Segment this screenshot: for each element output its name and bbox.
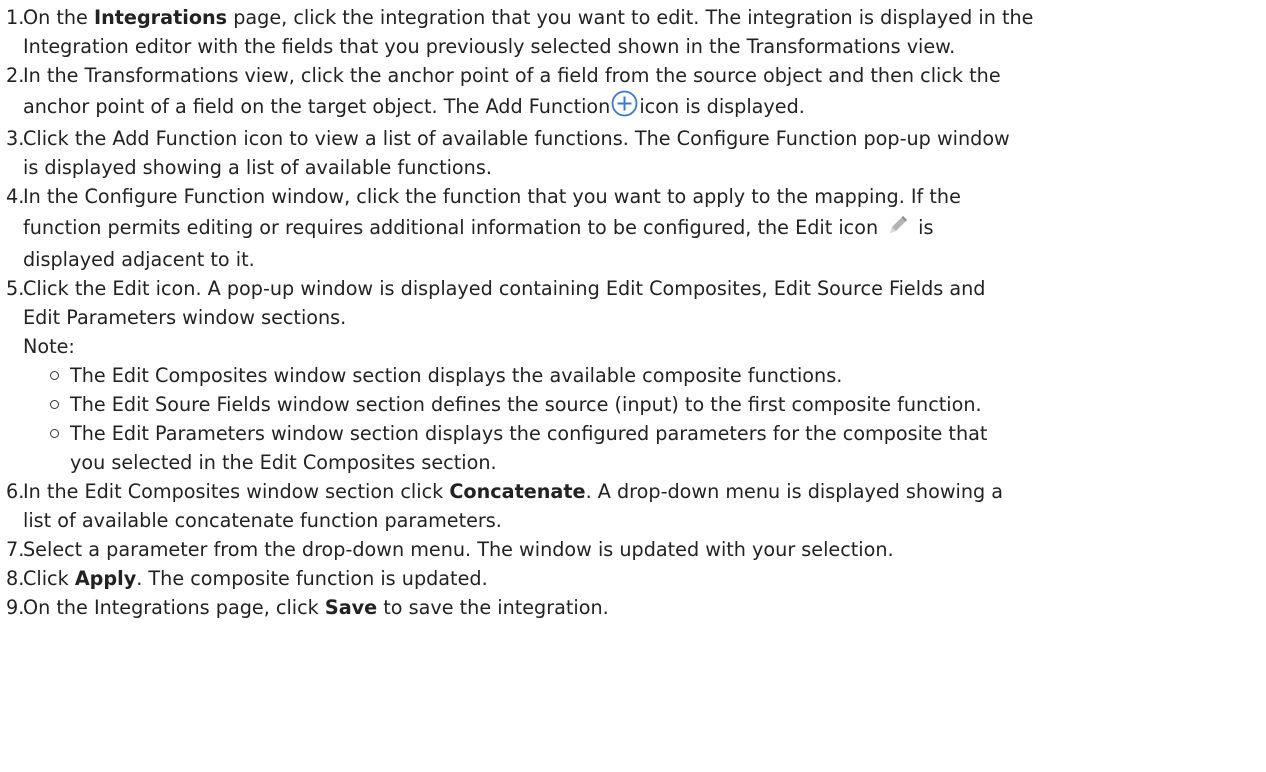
step-number: 8. xyxy=(6,567,25,590)
concatenate-keyword: Concatenate xyxy=(449,480,586,503)
step-number: 3. xyxy=(6,127,25,150)
step-text: is displayed showing a list of available… xyxy=(23,156,492,179)
save-keyword: Save xyxy=(324,596,378,619)
bullet-circle-icon xyxy=(50,429,59,438)
step-text: . A drop-down menu is displayed showing … xyxy=(585,480,1004,503)
step-3: 3. Click the Add Function icon to view a… xyxy=(0,124,1262,182)
note-list: The Edit Composites window section displ… xyxy=(23,361,1262,477)
step-text: function permits editing or requires add… xyxy=(23,216,879,239)
step-9: 9. On the Integrations page, click Save … xyxy=(0,593,1262,622)
note-text: The Edit Composites window section displ… xyxy=(70,364,843,387)
step-text: icon is displayed. xyxy=(639,95,805,118)
edit-pencil-icon xyxy=(886,213,910,237)
step-text: In the Transformations view, click the a… xyxy=(23,64,1001,87)
step-text: In the Configure Function window, click … xyxy=(23,185,961,208)
apply-keyword: Apply xyxy=(74,567,137,590)
note-item: The Edit Soure Fields window section def… xyxy=(0,390,1262,419)
step-text: Click the Add Function icon to view a li… xyxy=(23,127,1010,150)
step-6: 6. In the Edit Composites window section… xyxy=(0,477,1262,535)
step-text: On the Integrations page, click xyxy=(23,596,325,619)
step-number: 4. xyxy=(6,185,25,208)
step-text: Select a parameter from the drop-down me… xyxy=(23,538,894,561)
step-text: Integration editor with the fields that … xyxy=(23,35,956,58)
step-number: 1. xyxy=(6,6,25,29)
note-text: you selected in the Edit Composites sect… xyxy=(70,451,497,474)
step-text: In the Edit Composites window section cl… xyxy=(23,480,450,503)
step-1: 1. On the Integrations page, click the i… xyxy=(0,3,1262,61)
step-number: 7. xyxy=(6,538,25,561)
bullet-circle-icon xyxy=(50,371,59,380)
step-text: Edit Parameters window sections. xyxy=(23,306,347,329)
procedure-steps: 1. On the Integrations page, click the i… xyxy=(0,3,1262,622)
step-4: 4. In the Configure Function window, cli… xyxy=(0,182,1262,274)
step-text: list of available concatenate function p… xyxy=(23,509,502,532)
step-text: page, click the integration that you wan… xyxy=(227,6,1034,29)
note-text: The Edit Soure Fields window section def… xyxy=(70,393,982,416)
step-number: 6. xyxy=(6,480,25,503)
step-text: displayed adjacent to it. xyxy=(23,248,255,271)
note-label: Note: xyxy=(23,335,75,358)
step-text: . The composite function is updated. xyxy=(136,567,488,590)
step-text: to save the integration. xyxy=(377,596,609,619)
step-text: anchor point of a field on the target ob… xyxy=(23,95,611,118)
step-text: Click the Edit icon. A pop-up window is … xyxy=(23,277,986,300)
step-5: 5. Click the Edit icon. A pop-up window … xyxy=(0,274,1262,477)
add-function-icon xyxy=(611,90,638,117)
step-text: is xyxy=(918,216,934,239)
bullet-circle-icon xyxy=(50,400,59,409)
step-8: 8. Click Apply. The composite function i… xyxy=(0,564,1262,593)
integrations-page-link: Integrations xyxy=(93,6,228,29)
step-7: 7. Select a parameter from the drop-down… xyxy=(0,535,1262,564)
step-2: 2. In the Transformations view, click th… xyxy=(0,61,1262,124)
step-number: 2. xyxy=(6,64,25,87)
note-item: The Edit Composites window section displ… xyxy=(0,361,1262,390)
note-text: The Edit Parameters window section displ… xyxy=(70,422,988,445)
step-text: Click xyxy=(23,567,75,590)
note-item: The Edit Parameters window section displ… xyxy=(0,419,1262,477)
step-text: On the xyxy=(23,6,94,29)
step-number: 9. xyxy=(6,596,25,619)
step-number: 5. xyxy=(6,277,25,300)
